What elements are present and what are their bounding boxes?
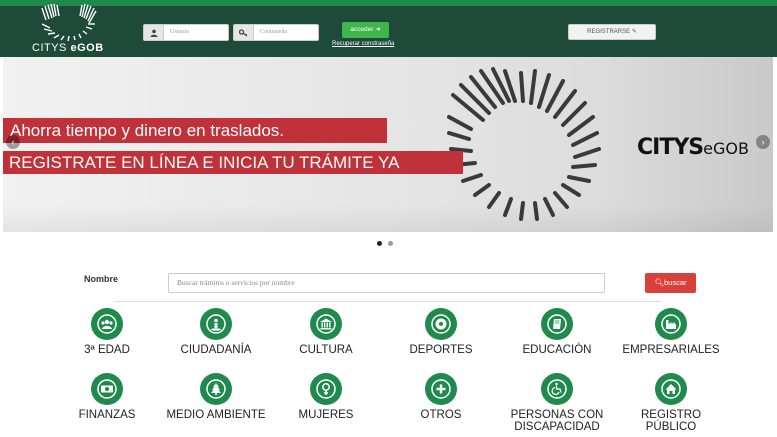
category-personas-con-discapacidad[interactable]: PERSONAS CON DISCAPACIDAD — [502, 373, 612, 433]
category-label: MEDIO AMBIENTE — [166, 409, 266, 421]
category-3a-edad[interactable]: 3ª EDAD — [52, 308, 162, 356]
category-ciudadania[interactable]: CIUDADANÍA — [161, 308, 271, 356]
category-label: EDUCACIÓN — [522, 344, 592, 356]
recuperar-link[interactable]: Recuperar constraseña — [332, 41, 394, 47]
registrarse-button[interactable]: REGISTRARSE ✎ — [568, 24, 656, 40]
carousel-indicators — [377, 241, 393, 246]
category-empresariales[interactable]: EMPRESARIALES — [616, 308, 726, 356]
category-medio-ambiente[interactable]: MEDIO AMBIENTE — [161, 373, 271, 421]
venus-icon — [310, 373, 342, 405]
plus-icon — [425, 373, 457, 405]
category-label: EMPRESARIALES — [622, 344, 720, 356]
money-icon — [91, 373, 123, 405]
book-icon — [541, 308, 573, 340]
chevron-left-icon: ‹ — [11, 137, 15, 147]
category-label: OTROS — [420, 409, 462, 421]
category-label: DEPORTES — [409, 344, 473, 356]
category-label: PERSONAS CON DISCAPACIDAD — [510, 409, 604, 433]
industry-icon — [655, 308, 687, 340]
search-input[interactable]: Buscar trámites o servicios por nombre — [168, 273, 605, 293]
logo-ring-icon — [41, 3, 97, 42]
edit-icon: ✎ — [631, 29, 637, 35]
search-icon: 🔍︎ — [654, 278, 664, 287]
carousel-next-button[interactable]: › — [756, 135, 770, 149]
usuario-field: Usuario — [143, 24, 229, 41]
category-educacion[interactable]: EDUCACIÓN — [502, 308, 612, 356]
banner-call-to-action: REGISTRATE EN LÍNEA E INICIA TU TRÁMITE … — [3, 151, 463, 174]
person-pin-icon — [200, 308, 232, 340]
category-label: CULTURA — [299, 344, 353, 356]
category-label: 3ª EDAD — [84, 344, 130, 356]
institution-icon — [310, 308, 342, 340]
acceder-button[interactable]: acceder ➜ — [342, 22, 389, 38]
category-otros[interactable]: OTROS — [386, 373, 496, 421]
banner-headline: Ahorra tiempo y dinero en traslados. — [3, 118, 387, 143]
category-label: MUJERES — [298, 409, 354, 421]
site-header: CITYS eGOB Usuario Contraseña acceder ➜ … — [0, 3, 777, 57]
carousel-dot-1[interactable] — [377, 241, 382, 246]
citys-egob-logo[interactable]: CITYS eGOB — [22, 3, 112, 57]
search-label: Nombre — [84, 274, 119, 284]
key-icon — [233, 24, 253, 41]
group-icon — [91, 308, 123, 340]
category-registro-publico[interactable]: REGISTRO PÚBLICO — [616, 373, 726, 433]
contrasena-field: Contraseña — [233, 24, 319, 41]
chevron-right-icon: › — [761, 137, 765, 147]
section-divider — [114, 301, 661, 302]
home-icon — [655, 373, 687, 405]
tree-icon — [200, 373, 232, 405]
category-finanzas[interactable]: FINANZAS — [52, 373, 162, 421]
usuario-input[interactable]: Usuario — [163, 24, 229, 41]
carousel-dot-2[interactable] — [388, 241, 393, 246]
banner-brand-sign: CITYSeGOB — [637, 135, 749, 160]
hero-carousel: Ahorra tiempo y dinero en traslados. REG… — [3, 57, 773, 232]
wheelchair-icon — [541, 373, 573, 405]
banner-floor-shade — [3, 204, 773, 232]
logo-wordmark: CITYS eGOB — [32, 42, 104, 54]
category-deportes[interactable]: DEPORTES — [386, 308, 496, 356]
category-mujeres[interactable]: MUJERES — [271, 373, 381, 421]
buscar-button[interactable]: 🔍︎buscar — [645, 273, 696, 293]
user-icon — [143, 24, 163, 41]
category-cultura[interactable]: CULTURA — [271, 308, 381, 356]
category-label: FINANZAS — [78, 409, 136, 421]
contrasena-input[interactable]: Contraseña — [253, 24, 319, 41]
sign-in-icon: ➜ — [375, 26, 381, 33]
category-label: REGISTRO PÚBLICO — [640, 409, 702, 433]
soccer-ball-icon — [425, 308, 457, 340]
carousel-prev-button[interactable]: ‹ — [6, 135, 20, 149]
category-label: CIUDADANÍA — [180, 344, 252, 356]
